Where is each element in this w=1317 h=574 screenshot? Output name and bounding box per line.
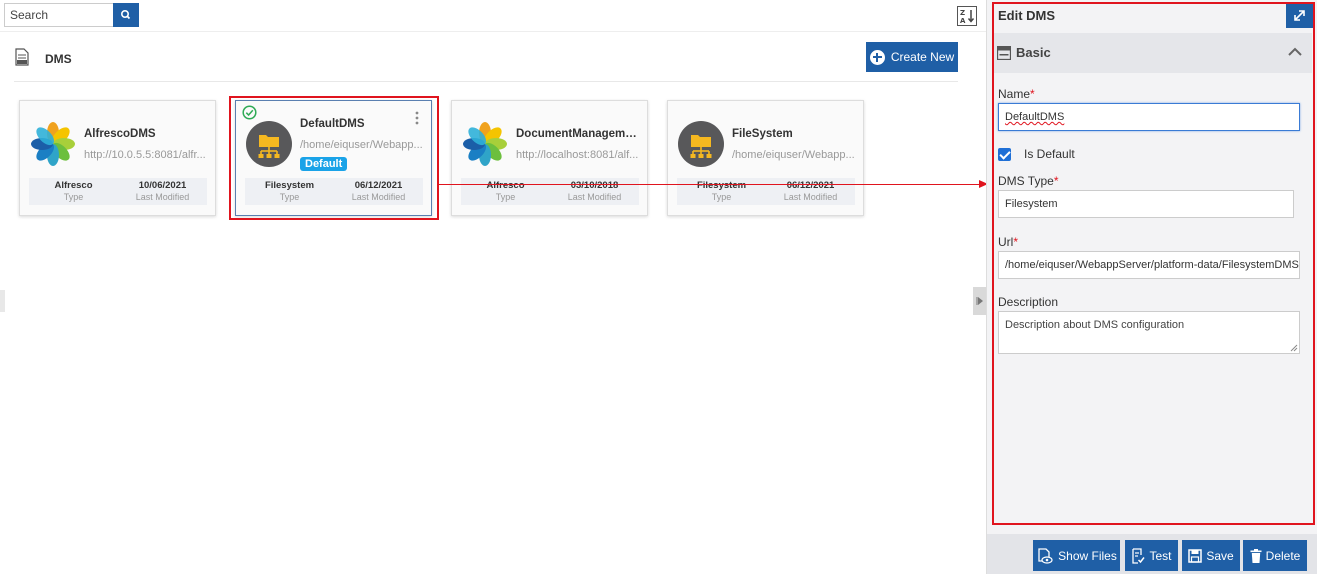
card-url: http://localhost:8081/alf... xyxy=(516,149,639,161)
name-label-text: Name xyxy=(998,87,1031,101)
delete-button[interactable]: Delete xyxy=(1243,540,1307,571)
card-last-modified-label: Last Modified xyxy=(783,192,838,202)
dms-card-documentmanagement[interactable]: DocumentManageme... http://localhost:808… xyxy=(451,100,648,216)
card-last-modified: 03/10/2018 xyxy=(570,180,619,191)
section-title: Basic xyxy=(1016,45,1051,60)
svg-text:Z: Z xyxy=(960,9,965,17)
card-footer: Filesystem Type 06/12/2021 Last Modified xyxy=(677,178,855,205)
dms-type-value: Filesystem xyxy=(1005,198,1058,210)
card-url: http://10.0.5.5:8081/alfr... xyxy=(84,149,206,161)
card-footer: Alfresco Type 03/10/2018 Last Modified xyxy=(461,178,639,205)
required-mark: * xyxy=(1013,235,1018,249)
name-label: Name* xyxy=(998,87,1035,101)
card-last-modified-label: Last Modified xyxy=(135,192,190,202)
filesystem-folder-icon xyxy=(678,121,724,167)
save-icon xyxy=(1188,548,1203,563)
dms-document-icon xyxy=(15,48,29,66)
sort-az-icon: Z A xyxy=(960,9,975,25)
card-type-label: Type xyxy=(63,192,84,202)
url-label-text: Url xyxy=(998,235,1014,249)
required-mark: * xyxy=(1030,87,1035,101)
card-name: AlfrescoDMS xyxy=(84,128,156,140)
chevron-up-icon xyxy=(1288,47,1302,56)
sort-az-button[interactable]: Z A xyxy=(957,6,977,26)
save-button[interactable]: Save xyxy=(1182,540,1240,571)
panel-footer: Show Files Test Save Delete xyxy=(987,534,1317,574)
alfresco-logo-icon xyxy=(463,122,507,166)
name-input[interactable]: DefaultDMS xyxy=(998,103,1300,131)
annotation-highlight-box xyxy=(229,96,439,220)
description-value: Description about DMS configuration xyxy=(1005,319,1185,331)
trash-icon xyxy=(1250,548,1262,563)
save-label: Save xyxy=(1206,548,1234,563)
dms-type-field[interactable]: Filesystem xyxy=(998,190,1294,218)
url-input-value: /home/eiquser/WebappServer/platform-data… xyxy=(1005,259,1300,271)
name-input-value: DefaultDMS xyxy=(1005,111,1065,123)
panel-title: Edit DMS xyxy=(998,8,1056,23)
description-textarea[interactable]: Description about DMS configuration xyxy=(998,311,1300,354)
expand-panel-button[interactable] xyxy=(1286,3,1313,28)
basic-section-header[interactable]: Basic xyxy=(993,33,1312,73)
alfresco-logo-icon xyxy=(31,122,75,166)
create-new-button[interactable]: Create New xyxy=(866,42,958,72)
arrow-right-icon xyxy=(976,297,983,305)
header-divider xyxy=(14,81,958,82)
plus-circle-icon xyxy=(869,49,885,65)
show-files-label: Show Files xyxy=(1058,548,1117,563)
svg-text:A: A xyxy=(960,17,966,25)
card-name: DocumentManageme... xyxy=(516,128,640,140)
is-default-label: Is Default xyxy=(1024,147,1075,161)
card-url: /home/eiquser/Webapp... xyxy=(732,149,855,161)
panel-header: Edit DMS xyxy=(987,0,1317,32)
dms-type-label: DMS Type* xyxy=(998,174,1058,188)
dms-card-alfrescodms[interactable]: AlfrescoDMS http://10.0.5.5:8081/alfr...… xyxy=(19,100,216,216)
show-files-button[interactable]: Show Files xyxy=(1033,540,1120,571)
card-name: FileSystem xyxy=(732,128,793,140)
search-input[interactable] xyxy=(4,3,114,27)
search-icon xyxy=(121,10,131,20)
card-last-modified-label: Last Modified xyxy=(567,192,622,202)
delete-label: Delete xyxy=(1265,548,1301,563)
resize-handle-icon[interactable] xyxy=(1290,344,1298,352)
left-panel-handle[interactable] xyxy=(0,290,5,312)
edit-dms-panel: Edit DMS Basic Name* DefaultDMS Is Defau… xyxy=(986,0,1317,574)
test-icon xyxy=(1132,547,1146,564)
is-default-checkbox[interactable] xyxy=(998,148,1011,161)
url-label: Url* xyxy=(998,235,1018,249)
create-new-label: Create New xyxy=(890,50,955,64)
required-mark: * xyxy=(1053,174,1059,188)
show-files-icon xyxy=(1038,547,1053,564)
dms-card-filesystem[interactable]: FileSystem /home/eiquser/Webapp... Files… xyxy=(667,100,864,216)
card-type-label: Type xyxy=(711,192,732,202)
test-button[interactable]: Test xyxy=(1125,540,1178,571)
test-label: Test xyxy=(1149,548,1172,563)
form-section-icon xyxy=(997,46,1011,60)
page-header: DMS Create New xyxy=(0,32,986,82)
card-last-modified: 06/12/2021 xyxy=(786,180,835,191)
dms-type-label-text: DMS Type xyxy=(998,174,1054,188)
search-button[interactable] xyxy=(113,3,139,27)
dms-screen: Z A DMS Create New xyxy=(0,0,1317,574)
card-footer: Alfresco Type 10/06/2021 Last Modified xyxy=(29,178,207,205)
card-type: Alfresco xyxy=(54,180,93,191)
expand-icon xyxy=(1294,10,1305,21)
url-input[interactable]: /home/eiquser/WebappServer/platform-data… xyxy=(998,251,1300,279)
page-title: DMS xyxy=(45,52,72,66)
card-last-modified: 10/06/2021 xyxy=(138,180,187,191)
annotation-arrow-line xyxy=(439,184,979,185)
card-type-label: Type xyxy=(495,192,516,202)
card-type: Alfresco xyxy=(486,180,525,191)
description-label: Description xyxy=(998,295,1059,309)
panel-collapse-handle[interactable] xyxy=(973,287,987,315)
top-bar: Z A xyxy=(0,0,986,32)
card-type: Filesystem xyxy=(696,180,747,191)
